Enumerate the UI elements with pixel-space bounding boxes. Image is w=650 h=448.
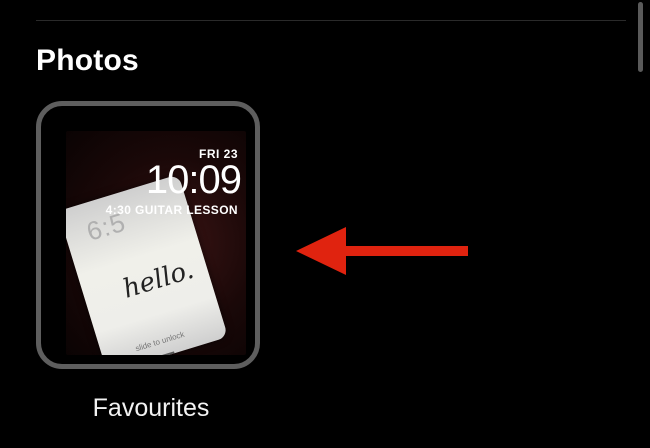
- arrow-head: [296, 227, 346, 275]
- watch-face-label: Favourites: [92, 394, 210, 422]
- watch-time: 10:09: [145, 158, 242, 202]
- photo-phone-text: hello.: [119, 254, 198, 305]
- photo-phone-home-indicator: [160, 351, 175, 355]
- photo-phone-unlock: slide to unlock: [134, 329, 186, 354]
- watch-face-card[interactable]: 6:5 hello. slide to unlock FRI 23 10:09 …: [36, 101, 260, 369]
- watch-face-preview: 6:5 hello. slide to unlock FRI 23 10:09 …: [66, 131, 246, 355]
- top-divider: [36, 20, 626, 21]
- section-title: Photos: [36, 44, 139, 77]
- watch-event: 4:30 GUITAR LESSON: [105, 203, 238, 217]
- scrollbar[interactable]: [638, 2, 643, 72]
- arrow-shaft: [342, 246, 468, 256]
- arrow-left-icon: [296, 227, 468, 275]
